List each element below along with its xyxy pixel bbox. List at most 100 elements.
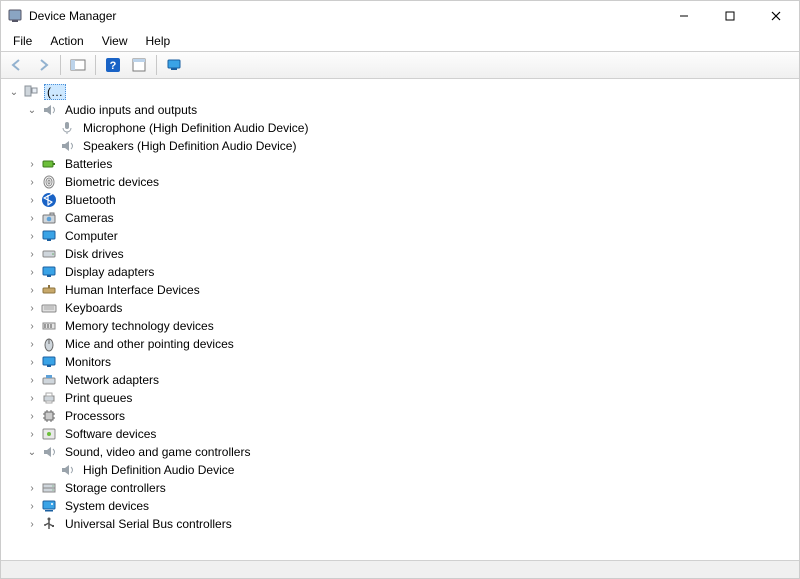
category-mice[interactable]: › Mice and other pointing devices xyxy=(25,335,799,353)
category-network-adapters[interactable]: › Network adapters xyxy=(25,371,799,389)
category-monitors[interactable]: › Monitors xyxy=(25,353,799,371)
device-tree[interactable]: ⌄ (… ⌄ Audio inputs and outputs xyxy=(1,79,799,560)
expand-icon[interactable]: › xyxy=(25,391,39,405)
close-button[interactable] xyxy=(753,1,799,31)
category-audio-io[interactable]: ⌄ Audio inputs and outputs xyxy=(25,101,799,119)
mouse-icon xyxy=(41,336,57,352)
expand-icon[interactable]: › xyxy=(25,427,39,441)
category-label[interactable]: Software devices xyxy=(62,426,159,442)
expand-icon[interactable]: › xyxy=(25,373,39,387)
category-batteries[interactable]: › Batteries xyxy=(25,155,799,173)
toolbar-scan-button[interactable] xyxy=(162,54,186,76)
category-bluetooth[interactable]: › Bluetooth xyxy=(25,191,799,209)
category-hid[interactable]: › Human Interface Devices xyxy=(25,281,799,299)
category-label[interactable]: Computer xyxy=(62,228,121,244)
category-cameras[interactable]: › Cameras xyxy=(25,209,799,227)
toolbar xyxy=(1,51,799,79)
category-label[interactable]: Universal Serial Bus controllers xyxy=(62,516,235,532)
expand-icon[interactable]: › xyxy=(25,517,39,531)
minimize-button[interactable] xyxy=(661,1,707,31)
category-processors[interactable]: › Processors xyxy=(25,407,799,425)
category-disk-drives[interactable]: › Disk drives xyxy=(25,245,799,263)
category-label[interactable]: Disk drives xyxy=(62,246,127,262)
monitor-icon xyxy=(41,354,57,370)
maximize-button[interactable] xyxy=(707,1,753,31)
category-label[interactable]: System devices xyxy=(62,498,152,514)
expand-icon[interactable]: › xyxy=(25,247,39,261)
category-label[interactable]: Print queues xyxy=(62,390,135,406)
category-storage-controllers[interactable]: › Storage controllers xyxy=(25,479,799,497)
menu-file[interactable]: File xyxy=(5,32,40,50)
category-label[interactable]: Display adapters xyxy=(62,264,157,280)
category-label[interactable]: Storage controllers xyxy=(62,480,169,496)
app-icon xyxy=(7,8,23,24)
device-label[interactable]: Microphone (High Definition Audio Device… xyxy=(80,120,311,136)
window-title: Device Manager xyxy=(29,9,116,23)
category-label[interactable]: Monitors xyxy=(62,354,114,370)
toolbar-properties-button[interactable] xyxy=(127,54,151,76)
device-label[interactable]: High Definition Audio Device xyxy=(80,462,237,478)
storage-icon xyxy=(41,480,57,496)
category-biometric[interactable]: › Biometric devices xyxy=(25,173,799,191)
menu-help[interactable]: Help xyxy=(138,32,179,50)
titlebar: Device Manager xyxy=(1,1,799,31)
category-keyboards[interactable]: › Keyboards xyxy=(25,299,799,317)
expand-icon[interactable]: › xyxy=(25,211,39,225)
expand-icon[interactable]: › xyxy=(25,337,39,351)
expand-icon[interactable]: › xyxy=(25,409,39,423)
memory-icon xyxy=(41,318,57,334)
category-label[interactable]: Bluetooth xyxy=(62,192,119,208)
collapse-icon[interactable]: ⌄ xyxy=(25,103,39,117)
expand-icon[interactable]: › xyxy=(25,355,39,369)
category-label[interactable]: Network adapters xyxy=(62,372,162,388)
category-print-queues[interactable]: › Print queues xyxy=(25,389,799,407)
device-hda[interactable]: High Definition Audio Device xyxy=(43,461,799,479)
expand-icon[interactable]: › xyxy=(25,229,39,243)
category-label[interactable]: Biometric devices xyxy=(62,174,162,190)
expand-icon[interactable]: › xyxy=(25,301,39,315)
device-microphone[interactable]: Microphone (High Definition Audio Device… xyxy=(43,119,799,137)
tree-root[interactable]: ⌄ (… xyxy=(7,83,799,101)
device-label[interactable]: Speakers (High Definition Audio Device) xyxy=(80,138,299,154)
category-label[interactable]: Memory technology devices xyxy=(62,318,217,334)
category-label[interactable]: Cameras xyxy=(62,210,117,226)
category-memory-tech[interactable]: › Memory technology devices xyxy=(25,317,799,335)
device-speakers[interactable]: Speakers (High Definition Audio Device) xyxy=(43,137,799,155)
category-label[interactable]: Mice and other pointing devices xyxy=(62,336,237,352)
toolbar-forward-button[interactable] xyxy=(31,54,55,76)
camera-icon xyxy=(41,210,57,226)
toolbar-separator xyxy=(156,55,157,75)
toolbar-help-button[interactable] xyxy=(101,54,125,76)
category-display-adapters[interactable]: › Display adapters xyxy=(25,263,799,281)
expand-icon[interactable]: › xyxy=(25,481,39,495)
menu-action[interactable]: Action xyxy=(42,32,91,50)
category-system-devices[interactable]: › System devices xyxy=(25,497,799,515)
expand-icon[interactable]: › xyxy=(25,193,39,207)
keyboard-icon xyxy=(41,300,57,316)
category-computer[interactable]: › Computer xyxy=(25,227,799,245)
expand-icon[interactable]: › xyxy=(25,175,39,189)
collapse-icon[interactable]: ⌄ xyxy=(25,445,39,459)
category-sound-video-game[interactable]: ⌄ Sound, video and game controllers xyxy=(25,443,799,461)
category-label[interactable]: Human Interface Devices xyxy=(62,282,203,298)
expand-icon[interactable]: › xyxy=(25,319,39,333)
category-label[interactable]: Processors xyxy=(62,408,128,424)
category-label[interactable]: Sound, video and game controllers xyxy=(62,444,253,460)
category-label[interactable]: Audio inputs and outputs xyxy=(62,102,200,118)
monitor-icon xyxy=(41,228,57,244)
expand-icon[interactable]: › xyxy=(25,157,39,171)
category-usb[interactable]: › Universal Serial Bus controllers xyxy=(25,515,799,533)
menu-view[interactable]: View xyxy=(94,32,136,50)
tree-root-label[interactable]: (… xyxy=(44,84,66,100)
expand-icon[interactable]: › xyxy=(25,499,39,513)
toolbar-console-tree-button[interactable] xyxy=(66,54,90,76)
expand-icon[interactable]: › xyxy=(25,283,39,297)
collapse-icon[interactable]: ⌄ xyxy=(7,85,21,99)
category-software-devices[interactable]: › Software devices xyxy=(25,425,799,443)
toolbar-separator xyxy=(95,55,96,75)
expand-icon[interactable]: › xyxy=(25,265,39,279)
toolbar-back-button[interactable] xyxy=(5,54,29,76)
category-label[interactable]: Batteries xyxy=(62,156,115,172)
bluetooth-icon xyxy=(41,192,57,208)
category-label[interactable]: Keyboards xyxy=(62,300,125,316)
